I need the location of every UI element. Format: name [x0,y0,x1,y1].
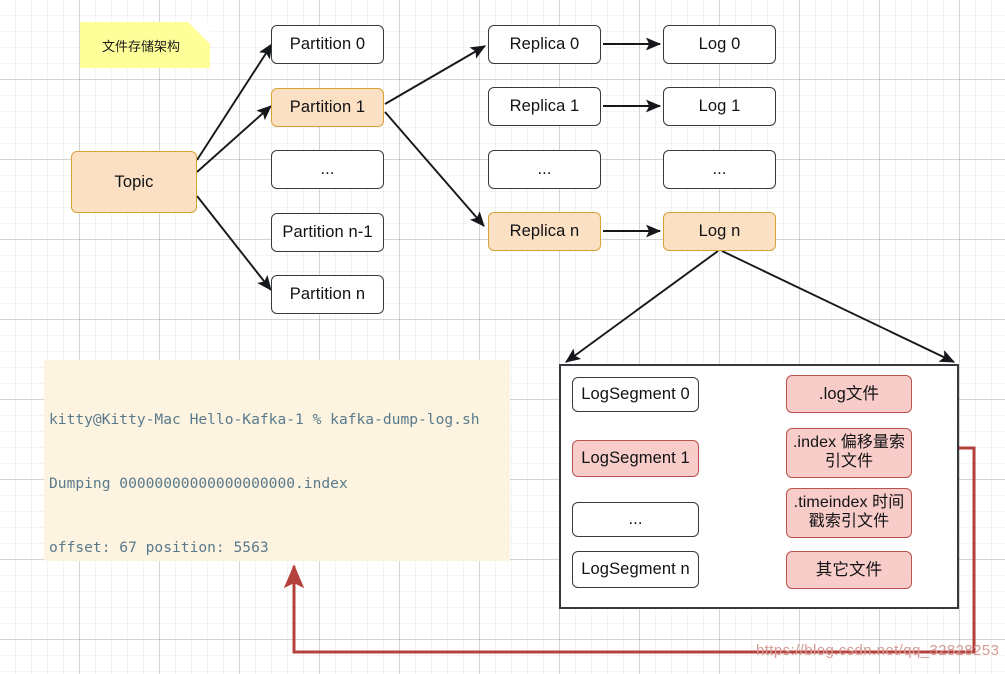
node-logsegment-n[interactable]: LogSegment n [572,551,699,588]
edge-logn-container-right [721,250,956,363]
edge-topic-partition1 [196,105,272,173]
node-log-1-label: Log 1 [698,97,741,116]
node-log-ellipsis[interactable]: ... [663,150,776,189]
node-log-n[interactable]: Log n [663,212,776,251]
node-replica-1-label: Replica 1 [509,97,580,116]
node-partition-1-label: Partition 1 [289,98,366,117]
node-topic[interactable]: Topic [71,151,197,213]
node-partition-n[interactable]: Partition n [271,275,384,314]
node-file-timeindex-label-line1: .timeindex 时间 [793,494,905,512]
node-file-other-label: 其它文件 [815,560,883,579]
node-replica-0[interactable]: Replica 0 [488,25,601,64]
node-partition-n-minus-1-label: Partition n-1 [282,223,373,242]
node-file-timeindex-label-line2: 戳索引文件 [808,513,890,530]
sticky-note: 文件存储架构 [80,22,210,68]
node-logsegment-0[interactable]: LogSegment 0 [572,377,699,412]
node-logsegment-ellipsis[interactable]: ... [572,502,699,537]
node-logsegment-n-label: LogSegment n [581,560,690,579]
node-replica-n-label: Replica n [509,222,580,241]
diagram-canvas: 文件存储架构 Topic Partition 0 Partition 1 ...… [0,0,1005,674]
terminal-line-2: offset: 67 position: 5563 [49,539,269,557]
node-file-log[interactable]: .log文件 [786,375,912,413]
terminal-line-0: kitty@Kitty-Mac Hello-Kafka-1 % kafka-du… [49,410,480,428]
node-replica-ellipsis[interactable]: ... [488,150,601,189]
node-file-other[interactable]: 其它文件 [786,551,912,589]
node-file-index[interactable]: .index 偏移量索 引文件 [786,428,912,478]
node-log-ellipsis-label: ... [712,160,727,179]
node-log-1[interactable]: Log 1 [663,87,776,126]
edge-topic-partitionn [196,195,272,291]
node-topic-label: Topic [114,172,154,191]
edge-partition1-replica0 [384,45,486,105]
node-partition-ellipsis-label: ... [320,160,335,179]
node-log-0[interactable]: Log 0 [663,25,776,64]
node-logsegment-1[interactable]: LogSegment 1 [572,440,699,477]
sticky-note-label: 文件存储架构 [101,38,180,54]
node-file-index-label-line2: 引文件 [824,453,874,470]
edge-logn-container-left [565,250,719,363]
node-partition-0[interactable]: Partition 0 [271,25,384,64]
node-file-index-label-line1: .index 偏移量索 [792,434,906,452]
node-log-n-label: Log n [698,222,741,241]
node-replica-n[interactable]: Replica n [488,212,601,251]
terminal-output: kitty@Kitty-Mac Hello-Kafka-1 % kafka-du… [44,360,510,561]
terminal-line-1: Dumping 00000000000000000000.index [49,475,348,493]
node-partition-0-label: Partition 0 [289,35,366,54]
node-replica-ellipsis-label: ... [537,160,552,179]
node-partition-n-label: Partition n [289,285,366,304]
node-partition-n-minus-1[interactable]: Partition n-1 [271,213,384,252]
node-file-log-label: .log文件 [818,384,880,403]
node-logsegment-1-label: LogSegment 1 [581,449,690,468]
node-file-timeindex[interactable]: .timeindex 时间 戳索引文件 [786,488,912,538]
watermark-text: https://blog.csdn.net/qq_32828253 [756,642,1000,659]
edge-partition1-replican [384,111,485,227]
node-partition-ellipsis[interactable]: ... [271,150,384,189]
node-log-0-label: Log 0 [698,35,741,54]
node-replica-1[interactable]: Replica 1 [488,87,601,126]
node-logsegment-0-label: LogSegment 0 [581,385,690,404]
note-fold-corner-icon [188,22,210,44]
node-replica-0-label: Replica 0 [509,35,580,54]
node-logsegment-ellipsis-label: ... [628,510,643,529]
node-partition-1[interactable]: Partition 1 [271,88,384,127]
